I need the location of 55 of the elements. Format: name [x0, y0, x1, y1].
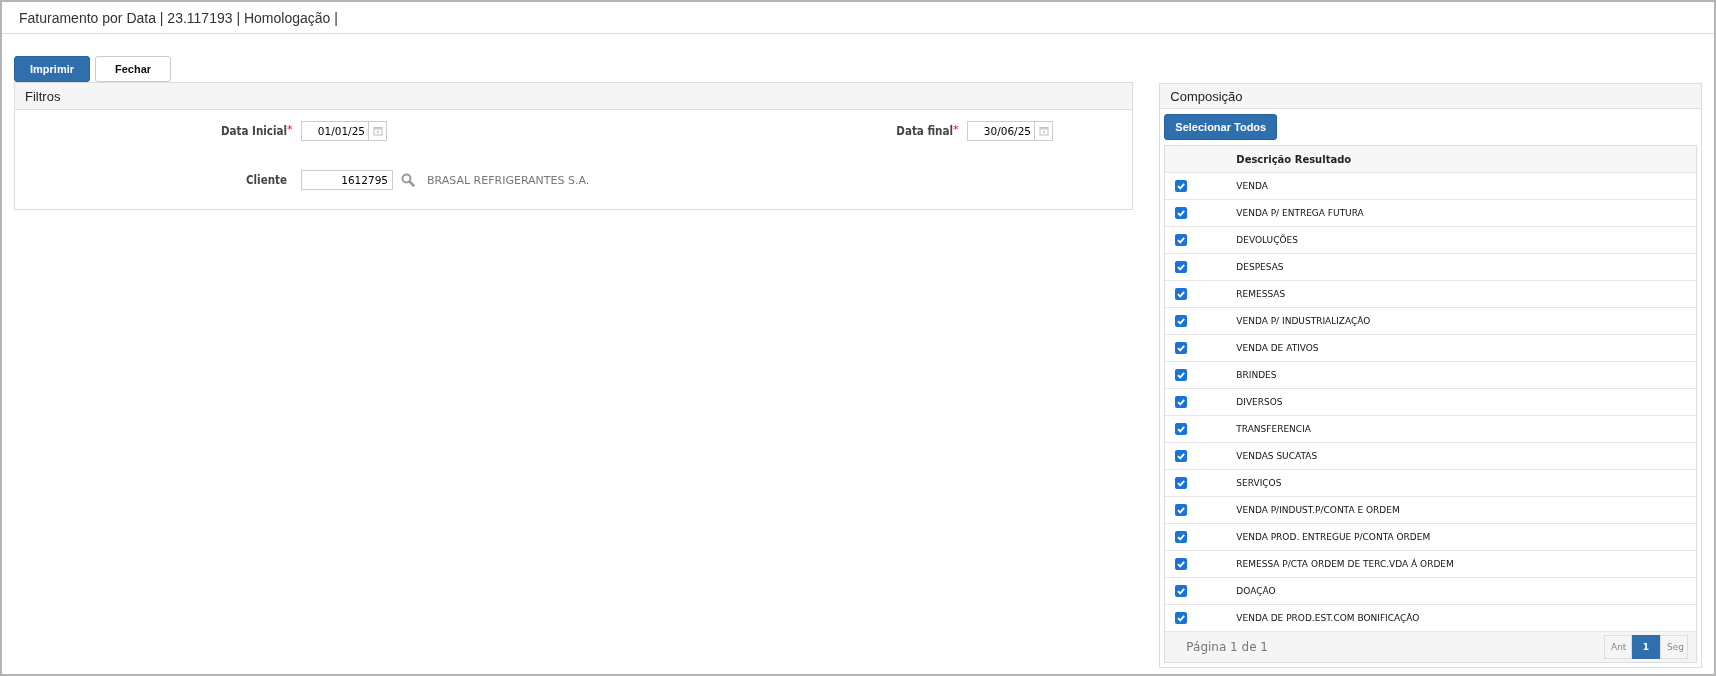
- table-cell: VENDA DE PROD.EST.COM BONIFICAÇÃO: [1236, 613, 1420, 623]
- select-all-button[interactable]: Selecionar Todos: [1164, 114, 1278, 140]
- field-label: Data Inicial: [219, 124, 287, 138]
- checkbox[interactable]: [1175, 531, 1188, 543]
- table-cell: DOAÇÃO: [1236, 586, 1276, 596]
- checkbox[interactable]: [1175, 423, 1188, 435]
- checkbox[interactable]: [1175, 207, 1188, 219]
- panel-title: Composição: [1170, 88, 1243, 104]
- panel-title: Filtros: [25, 88, 61, 104]
- checkbox[interactable]: [1175, 504, 1188, 516]
- checkbox[interactable]: [1175, 234, 1188, 246]
- calendar-icon: [372, 126, 383, 136]
- column-header: Descrição Resultado: [1236, 153, 1352, 165]
- table-cell: REMESSAS: [1236, 289, 1286, 299]
- field-label: Cliente: [244, 173, 287, 187]
- page-info: Página 1 de 1: [1186, 640, 1268, 654]
- table-cell: DESPESAS: [1236, 262, 1284, 272]
- table-cell: VENDA DE ATIVOS: [1236, 343, 1319, 353]
- required-mark: *: [953, 123, 960, 136]
- table-cell: DEVOLUÇÕES: [1236, 235, 1298, 245]
- checkbox[interactable]: [1175, 396, 1188, 408]
- table-cell: VENDA PROD. ENTREGUE P/CONTA ORDEM: [1236, 532, 1431, 542]
- required-mark: *: [287, 123, 294, 136]
- checkbox[interactable]: [1175, 342, 1188, 354]
- checkbox[interactable]: [1175, 315, 1188, 327]
- table-cell: TRANSFERENCIA: [1236, 424, 1311, 434]
- table-cell: VENDA P/INDUST.P/CONTA E ORDEM: [1236, 505, 1400, 515]
- print-button[interactable]: Imprimir: [14, 56, 90, 82]
- table-cell: BRINDES: [1236, 370, 1277, 380]
- client-name: BRASAL REFRIGERANTES S.A.: [427, 173, 590, 187]
- search-icon[interactable]: [401, 173, 415, 187]
- date-field[interactable]: 01/01/25: [301, 121, 369, 141]
- calendar-icon: [1038, 126, 1049, 136]
- table-cell: VENDA P/ INDUSTRIALIZAÇÃO: [1236, 316, 1371, 326]
- checkbox[interactable]: [1175, 261, 1188, 273]
- close-button[interactable]: Fechar: [95, 56, 171, 82]
- field-label: Data final: [895, 124, 953, 138]
- client-code-field[interactable]: 1612795: [301, 170, 393, 190]
- window-title: Faturamento por Data | 23.117193 | Homologação |: [19, 9, 338, 26]
- checkbox[interactable]: [1175, 477, 1188, 489]
- date-field[interactable]: 30/06/25: [967, 121, 1035, 141]
- checkbox[interactable]: [1175, 585, 1188, 597]
- checkbox[interactable]: [1175, 558, 1188, 570]
- checkbox[interactable]: [1175, 288, 1188, 300]
- checkbox[interactable]: [1175, 369, 1188, 381]
- checkbox[interactable]: [1175, 612, 1188, 624]
- table-cell: SERVIÇOS: [1236, 478, 1282, 488]
- table-cell: VENDA P/ ENTREGA FUTURA: [1236, 208, 1364, 218]
- table-cell: VENDAS SUCATAS: [1236, 451, 1318, 461]
- table-cell: VENDA: [1236, 181, 1268, 191]
- table-cell: REMESSA P/CTA ORDEM DE TERC.VDA Á ORDEM: [1236, 559, 1454, 569]
- table-cell: DIVERSOS: [1236, 397, 1283, 407]
- checkbox[interactable]: [1175, 180, 1188, 192]
- checkbox[interactable]: [1175, 450, 1188, 462]
- page-button[interactable]: 1: [1632, 635, 1660, 659]
